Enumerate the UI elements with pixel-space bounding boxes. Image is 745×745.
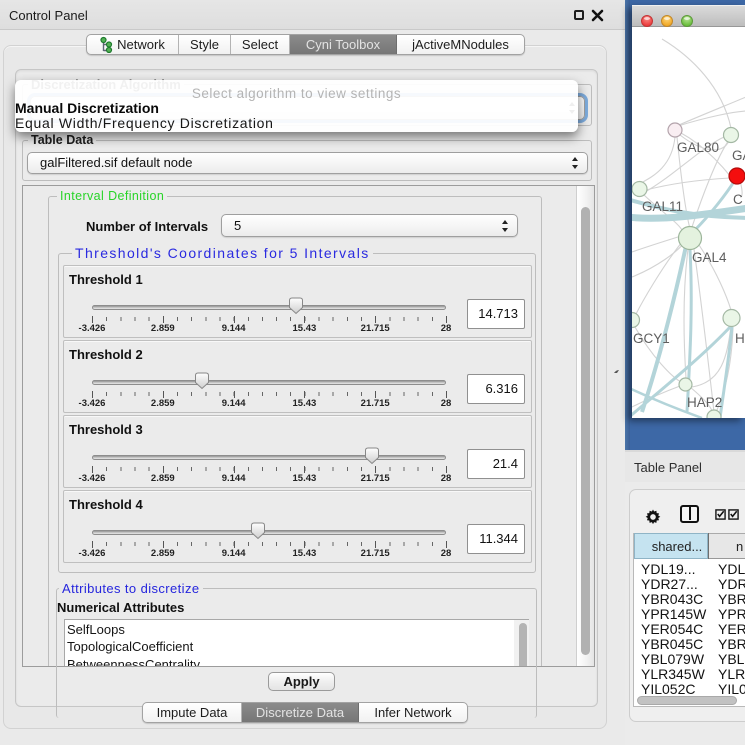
svg-text:GAL80: GAL80 [677, 140, 719, 155]
svg-text:GCY1: GCY1 [633, 331, 670, 346]
svg-text:GAL4: GAL4 [692, 250, 727, 265]
svg-text:H: H [735, 331, 745, 346]
svg-text:HAP2: HAP2 [687, 395, 722, 410]
svg-text:C: C [733, 192, 743, 207]
svg-text:GA: GA [732, 148, 745, 163]
svg-text:GAL11: GAL11 [642, 199, 683, 214]
